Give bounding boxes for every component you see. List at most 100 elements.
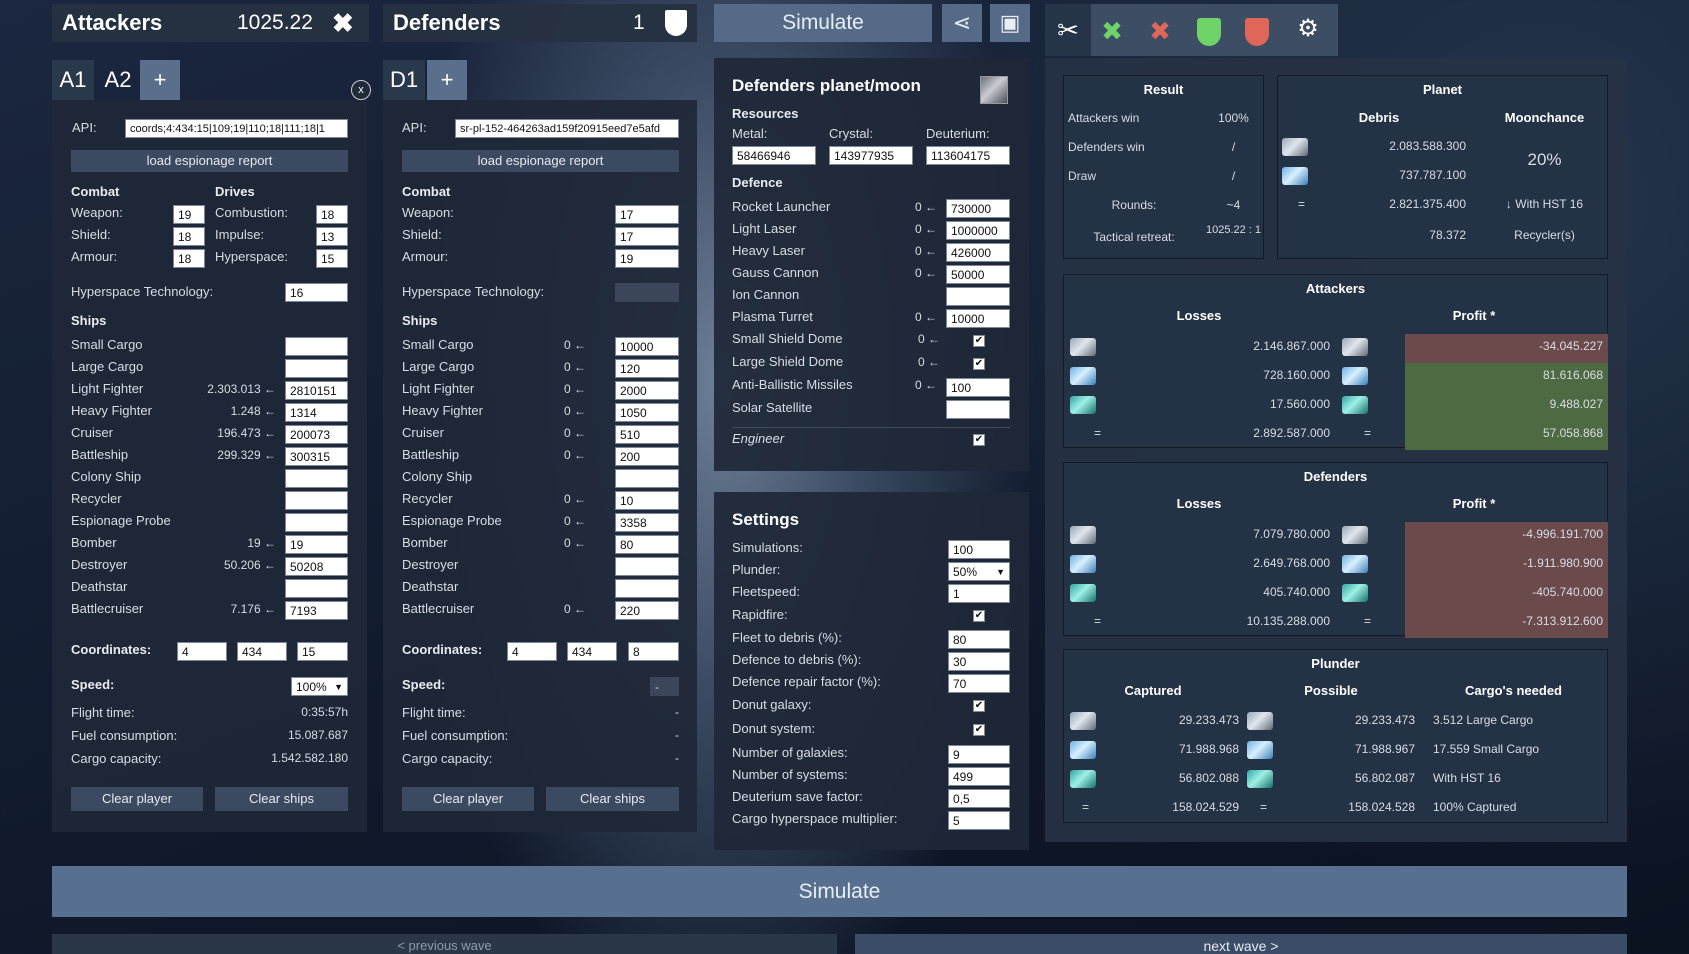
attacker-position-input[interactable]: 15 — [297, 642, 348, 661]
tab-a1[interactable]: A1 — [52, 60, 94, 100]
defender-combat-input[interactable]: 17 — [615, 227, 679, 246]
attacker-clear-player-button[interactable]: Clear player — [71, 787, 203, 811]
defender-load-report-button[interactable]: load espionage report — [402, 150, 679, 172]
defence-input[interactable]: 730000 — [946, 199, 1010, 218]
settings-input[interactable]: 0,5 — [948, 789, 1010, 808]
clear-attackers-red-icon[interactable]: ✖ — [1145, 16, 1175, 46]
attacker-clear-ships-button[interactable]: Clear ships — [215, 787, 348, 811]
defender-ship-input[interactable]: 10 — [615, 491, 679, 510]
defender-clear-player-button[interactable]: Clear player — [402, 787, 534, 811]
attacker-drive-input[interactable]: 18 — [316, 205, 348, 224]
shield-icon[interactable] — [665, 10, 687, 36]
defender-ship-input[interactable]: 220 — [615, 601, 679, 620]
defender-ship-input[interactable]: 3358 — [615, 513, 679, 532]
top-simulate-button[interactable]: Simulate — [714, 4, 932, 42]
attacker-ship-input[interactable] — [285, 359, 348, 378]
clear-defenders-green-icon[interactable] — [1197, 18, 1221, 46]
defender-api-input[interactable]: sr-pl-152-464263ad159f20915eed7e5afd — [455, 119, 679, 138]
settings-gear-icon[interactable]: ⚙ — [1293, 14, 1323, 44]
settings-input[interactable]: 5 — [948, 811, 1010, 830]
defender-ship-input[interactable] — [615, 469, 679, 488]
defender-ship-input[interactable] — [615, 579, 679, 598]
add-defender-tab[interactable]: + — [427, 60, 467, 100]
tab-a2[interactable]: A2 — [97, 60, 139, 100]
attacker-combat-input[interactable]: 18 — [173, 227, 205, 246]
attacker-ship-input[interactable] — [285, 513, 348, 532]
solar-input[interactable] — [946, 400, 1010, 419]
settings-input[interactable]: 80 — [948, 630, 1010, 649]
tab-d1[interactable]: D1 — [383, 60, 425, 100]
defender-position-input[interactable]: 8 — [628, 642, 679, 661]
attacker-combat-input[interactable]: 18 — [173, 249, 205, 268]
attacker-drive-input[interactable]: 15 — [316, 249, 348, 268]
defender-ship-input[interactable]: 2000 — [615, 381, 679, 400]
settings-checkbox[interactable]: ✔ — [973, 724, 985, 736]
attacker-ship-input[interactable] — [285, 337, 348, 356]
attacker-ship-input[interactable]: 50208 — [285, 557, 348, 576]
settings-input[interactable]: 1 — [948, 584, 1010, 603]
defender-ship-input[interactable]: 510 — [615, 425, 679, 444]
attacker-ship-input[interactable] — [285, 491, 348, 510]
previous-wave-button[interactable]: < previous wave — [52, 934, 837, 954]
settings-input[interactable]: 70 — [948, 674, 1010, 693]
defender-combat-input[interactable]: 19 — [615, 249, 679, 268]
settings-input[interactable]: 9 — [948, 745, 1010, 764]
defender-ship-input[interactable]: 120 — [615, 359, 679, 378]
clear-attackers-green-icon[interactable]: ✖ — [1097, 16, 1127, 46]
save-icon[interactable]: ▣ — [990, 4, 1030, 42]
attacker-drive-input[interactable]: 13 — [316, 227, 348, 246]
attacker-ship-input[interactable]: 300315 — [285, 447, 348, 466]
settings-input[interactable]: 30 — [948, 652, 1010, 671]
attacker-system-input[interactable]: 434 — [237, 642, 287, 661]
defence-input[interactable]: 10000 — [946, 309, 1010, 328]
defender-ship-input[interactable] — [615, 557, 679, 576]
defence-input[interactable]: 1000000 — [946, 221, 1010, 240]
defender-ship-input[interactable]: 200 — [615, 447, 679, 466]
swords-icon[interactable]: ✖ — [332, 4, 354, 42]
attacker-galaxy-input[interactable]: 4 — [177, 642, 227, 661]
clear-defenders-red-icon[interactable] — [1245, 18, 1269, 46]
metal-input[interactable]: 58466946 — [732, 146, 816, 165]
deuterium-input[interactable]: 113604175 — [926, 146, 1010, 165]
settings-input[interactable]: 100 — [948, 540, 1010, 559]
defence-input[interactable] — [946, 287, 1010, 306]
simulate-button[interactable]: Simulate — [52, 866, 1627, 917]
settings-input[interactable]: 499 — [948, 767, 1010, 786]
defence-input[interactable]: 426000 — [946, 243, 1010, 262]
settings-checkbox[interactable]: ✔ — [973, 700, 985, 712]
attacker-combat-input[interactable]: 19 — [173, 205, 205, 224]
attacker-ship-input[interactable]: 200073 — [285, 425, 348, 444]
defence-input[interactable]: 50000 — [946, 265, 1010, 284]
defender-clear-ships-button[interactable]: Clear ships — [546, 787, 679, 811]
defender-ship-input[interactable]: 10000 — [615, 337, 679, 356]
attacker-ship-input[interactable]: 7193 — [285, 601, 348, 620]
attacker-ship-input[interactable] — [285, 579, 348, 598]
abm-input[interactable]: 100 — [946, 378, 1010, 397]
small-dome-checkbox[interactable]: ✔ — [973, 335, 985, 347]
attacker-speed-select[interactable]: 100% ▼ — [291, 677, 348, 696]
settings-checkbox[interactable]: ✔ — [973, 610, 985, 622]
defender-combat-input[interactable]: 17 — [615, 205, 679, 224]
attacker-ship-input[interactable]: 2810151 — [285, 381, 348, 400]
close-icon[interactable]: x — [351, 80, 371, 100]
defender-ship-input[interactable]: 1050 — [615, 403, 679, 422]
defender-system-input[interactable]: 434 — [567, 642, 617, 661]
next-wave-button[interactable]: next wave > — [855, 934, 1627, 954]
clear-all-icon[interactable]: ✂ — [1045, 4, 1091, 56]
attacker-ship-input[interactable]: 1314 — [285, 403, 348, 422]
defender-ship-input[interactable]: 80 — [615, 535, 679, 554]
plunder-select[interactable]: 50% ▼ — [948, 562, 1010, 581]
attacker-ship-input[interactable]: 19 — [285, 535, 348, 554]
share-icon[interactable]: ⋖ — [942, 4, 982, 42]
attacker-hyper-input[interactable]: 16 — [285, 283, 348, 302]
large-dome-checkbox[interactable]: ✔ — [973, 358, 985, 370]
attacker-ship-input[interactable] — [285, 469, 348, 488]
plunder-cargo: 3.512 Large Cargo — [1433, 713, 1534, 727]
attacker-api-input[interactable]: coords;4:434:15|109;19|110;18|111;18|1 — [125, 119, 348, 138]
engineer-checkbox[interactable]: ✔ — [973, 434, 985, 446]
crystal-input[interactable]: 143977935 — [829, 146, 913, 165]
add-attacker-tab[interactable]: + — [140, 60, 180, 100]
attacker-load-report-button[interactable]: load espionage report — [71, 150, 348, 172]
planet-divider — [732, 427, 1010, 428]
defender-galaxy-input[interactable]: 4 — [507, 642, 557, 661]
